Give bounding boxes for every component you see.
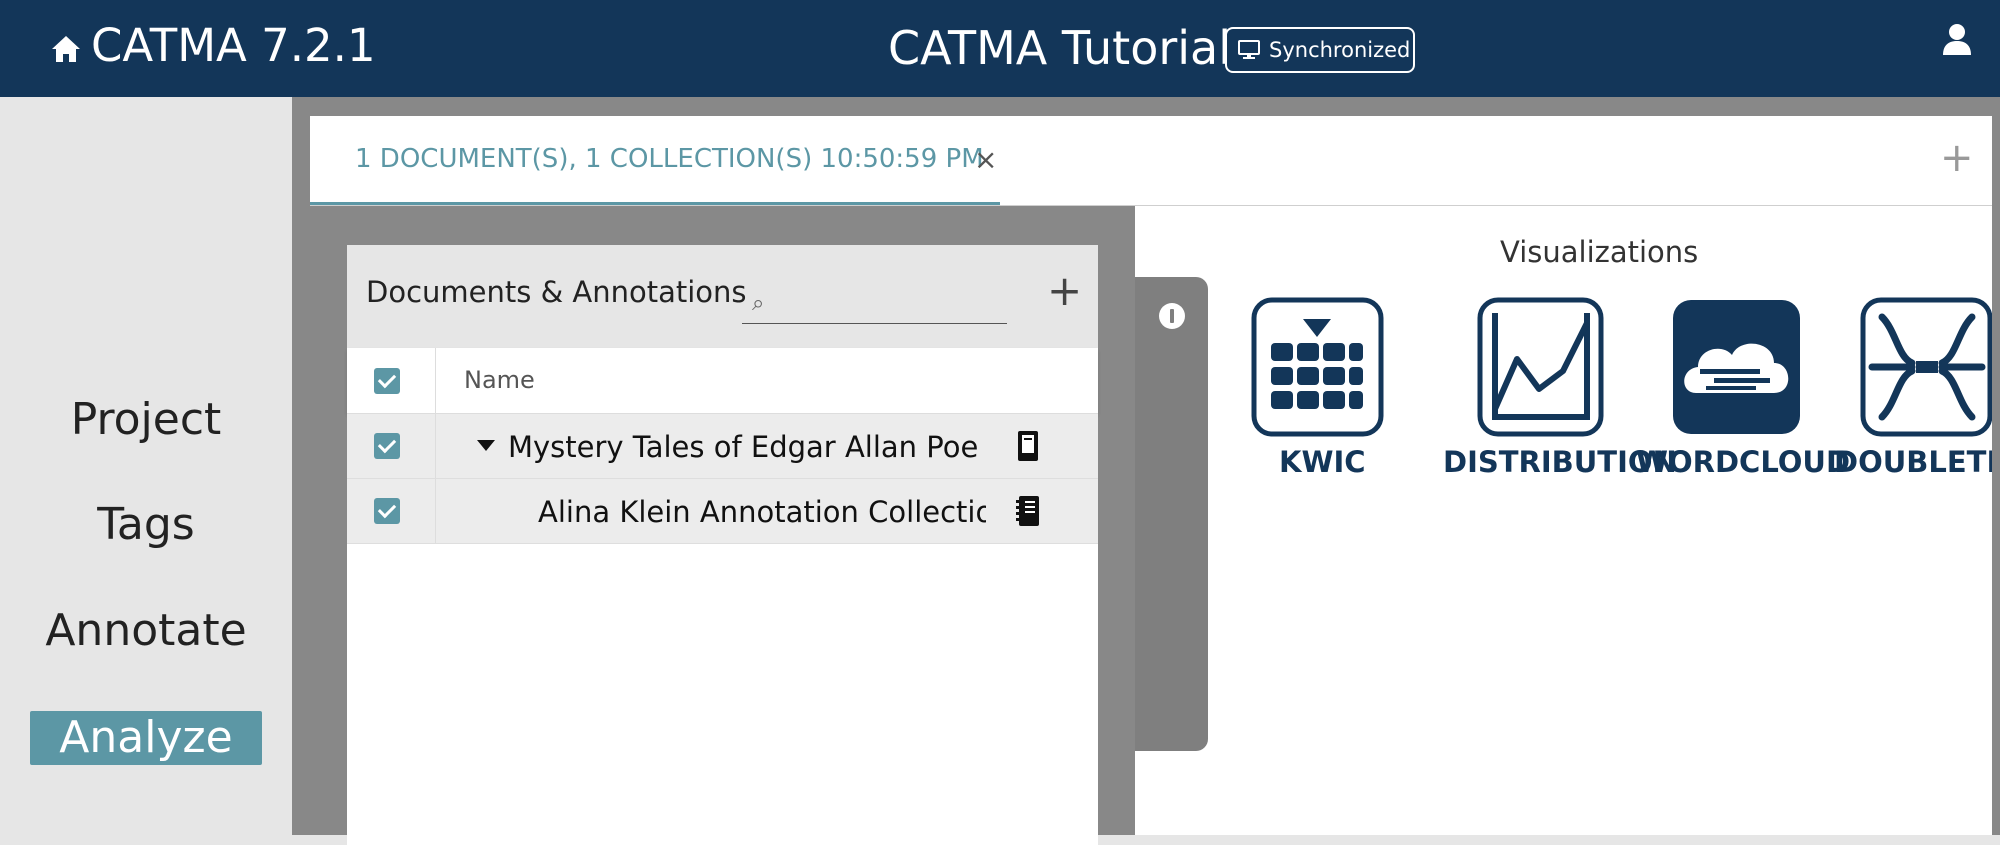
notebook-icon (1016, 496, 1039, 526)
viewport-edge (1992, 97, 2000, 835)
search-field[interactable]: ⌕ (742, 281, 1007, 324)
kwic-tile[interactable] (1251, 297, 1384, 437)
documents-panel: Documents & Annotations ⌕ + Name Mystery… (347, 245, 1098, 845)
sync-status-label: Synchronized (1269, 38, 1411, 62)
distribution-tile[interactable] (1477, 297, 1604, 437)
document-name: Mystery Tales of Edgar Allan Poe Th (508, 430, 986, 464)
kwic-label[interactable]: KWIC (1279, 445, 1366, 479)
table-row-collection[interactable]: Alina Klein Annotation Collection (347, 479, 1098, 544)
search-icon: ⌕ (752, 291, 765, 316)
project-title: CATMA Tutorial (888, 21, 1232, 75)
tab-bar: 1 DOCUMENT(S), 1 COLLECTION(S) 10:50:59 … (310, 116, 1992, 206)
wordcloud-icon (1673, 300, 1800, 434)
tab-label: 1 DOCUMENT(S), 1 COLLECTION(S) 10:50:59 … (355, 144, 984, 174)
kwic-icon (1251, 297, 1384, 437)
distribution-icon (1477, 297, 1604, 437)
doubletree-icon (1860, 297, 1993, 437)
column-header-name[interactable]: Name (464, 366, 535, 394)
nav-item-analyze[interactable]: Analyze (30, 711, 262, 765)
wordcloud-tile[interactable] (1670, 297, 1803, 437)
user-icon[interactable] (1942, 22, 1972, 56)
documents-panel-header: Documents & Annotations ⌕ + (347, 245, 1098, 348)
column-divider (435, 479, 436, 543)
info-drawer-handle[interactable] (1135, 277, 1208, 751)
add-document-button[interactable]: + (1047, 267, 1082, 315)
row-checkbox[interactable] (374, 433, 400, 459)
expand-caret-icon[interactable] (477, 440, 495, 451)
grid-header: Name (347, 348, 1098, 414)
select-all-checkbox[interactable] (374, 368, 400, 394)
info-icon[interactable] (1158, 302, 1186, 330)
nav-item-tags[interactable]: Tags (30, 498, 262, 552)
monitor-icon (1238, 40, 1260, 59)
home-icon[interactable] (50, 34, 82, 64)
add-tab-button[interactable]: + (1940, 138, 1974, 178)
row-checkbox[interactable] (374, 498, 400, 524)
collection-name: Alina Klein Annotation Collection (538, 495, 986, 529)
nav-item-annotate[interactable]: Annotate (30, 604, 262, 658)
top-bar: CATMA 7.2.1 CATMA Tutorial Synchronized (0, 0, 2000, 97)
nav-item-project[interactable]: Project (30, 393, 262, 447)
doubletree-label[interactable]: DOUBLETR (1834, 445, 1992, 479)
app-title[interactable]: CATMA 7.2.1 (91, 18, 376, 74)
tab-close-button[interactable]: × (974, 145, 997, 175)
book-icon (1018, 431, 1038, 461)
doubletree-tile[interactable] (1860, 297, 1993, 437)
sync-status-button[interactable]: Synchronized (1225, 27, 1415, 73)
column-divider (435, 348, 436, 413)
tab-analysis[interactable]: 1 DOCUMENT(S), 1 COLLECTION(S) 10:50:59 … (310, 116, 1000, 205)
search-input[interactable] (778, 285, 1002, 321)
visualizations-title: Visualizations (1500, 235, 1699, 269)
column-divider (435, 414, 436, 478)
documents-panel-title: Documents & Annotations (366, 275, 747, 309)
table-row-document[interactable]: Mystery Tales of Edgar Allan Poe Th (347, 414, 1098, 479)
wordcloud-label[interactable]: WORDCLOUD (1636, 445, 1850, 479)
